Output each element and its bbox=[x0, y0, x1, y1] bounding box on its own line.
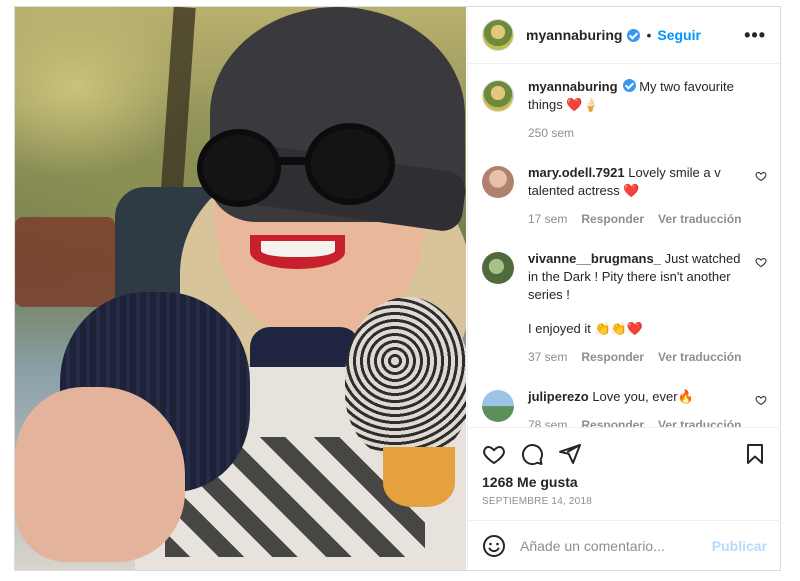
reply-button[interactable]: Responder bbox=[581, 348, 644, 366]
caption: myannaburing My two favourite things ❤️🍦… bbox=[482, 78, 767, 142]
post-date[interactable]: SEPTIEMBRE 14, 2018 bbox=[468, 490, 781, 507]
post-header: myannaburing • Seguir ••• bbox=[468, 7, 780, 64]
like-comment-icon[interactable] bbox=[755, 394, 767, 406]
caption-time[interactable]: 250 sem bbox=[528, 124, 574, 142]
comment-time[interactable]: 17 sem bbox=[528, 210, 567, 228]
comment-emoji: ❤️ bbox=[623, 183, 640, 198]
comment-time[interactable]: 37 sem bbox=[528, 348, 567, 366]
avatar[interactable] bbox=[482, 390, 514, 422]
comment-emoji: 🔥 bbox=[677, 389, 694, 404]
follow-button[interactable]: Seguir bbox=[657, 27, 701, 43]
comment-bubble-icon[interactable] bbox=[520, 442, 544, 466]
like-comment-icon[interactable] bbox=[755, 170, 767, 182]
likes-count[interactable]: 1268 Me gusta bbox=[468, 466, 781, 490]
translate-button[interactable]: Ver traducción bbox=[658, 416, 741, 427]
avatar[interactable] bbox=[482, 166, 514, 198]
post-photo[interactable] bbox=[15, 7, 466, 570]
comment-username[interactable]: juliperezo bbox=[528, 389, 589, 404]
author-username[interactable]: myannaburing bbox=[526, 27, 622, 43]
more-options-icon[interactable]: ••• bbox=[744, 25, 766, 46]
publish-button[interactable]: Publicar bbox=[712, 538, 767, 554]
share-send-icon[interactable] bbox=[558, 442, 582, 466]
avatar[interactable] bbox=[482, 80, 514, 112]
translate-button[interactable]: Ver traducción bbox=[658, 348, 741, 366]
like-comment-icon[interactable] bbox=[755, 256, 767, 268]
translate-button[interactable]: Ver traducción bbox=[658, 210, 741, 228]
comment-username[interactable]: vivanne__brugmans_ bbox=[528, 251, 661, 266]
reply-button[interactable]: Responder bbox=[581, 210, 644, 228]
comment-username[interactable]: mary.odell.7921 bbox=[528, 165, 625, 180]
add-comment-bar: Publicar bbox=[468, 520, 781, 570]
comment-emoji: 👏👏❤️ bbox=[594, 321, 644, 336]
comment-time[interactable]: 78 sem bbox=[528, 416, 567, 427]
comment-item: vivanne__brugmans_ Just watched in the D… bbox=[482, 250, 767, 366]
verified-badge-icon bbox=[627, 28, 641, 42]
avatar[interactable] bbox=[482, 19, 514, 51]
caption-emojis: ❤️🍦 bbox=[566, 97, 599, 112]
separator-dot: • bbox=[646, 27, 652, 43]
verified-badge-icon bbox=[622, 79, 636, 92]
reply-button[interactable]: Responder bbox=[581, 416, 644, 427]
like-heart-icon[interactable] bbox=[482, 442, 506, 466]
instagram-post: myannaburing • Seguir ••• myannaburing M… bbox=[14, 6, 781, 571]
comment-input[interactable] bbox=[520, 537, 712, 554]
comments-list[interactable]: myannaburing My two favourite things ❤️🍦… bbox=[468, 64, 781, 427]
comment-item: juliperezo Love you, ever🔥 78 sem Respon… bbox=[482, 388, 767, 427]
emoji-smiley-icon[interactable] bbox=[482, 534, 506, 558]
bookmark-save-icon[interactable] bbox=[743, 442, 767, 466]
comment-item: mary.odell.7921 Lovely smile a v talente… bbox=[482, 164, 767, 228]
post-sidebar: myannaburing • Seguir ••• myannaburing M… bbox=[467, 7, 781, 570]
caption-username[interactable]: myannaburing bbox=[528, 79, 618, 94]
comment-text-2: I enjoyed it bbox=[528, 321, 591, 336]
avatar[interactable] bbox=[482, 252, 514, 284]
comment-text: Love you, ever bbox=[592, 389, 678, 404]
